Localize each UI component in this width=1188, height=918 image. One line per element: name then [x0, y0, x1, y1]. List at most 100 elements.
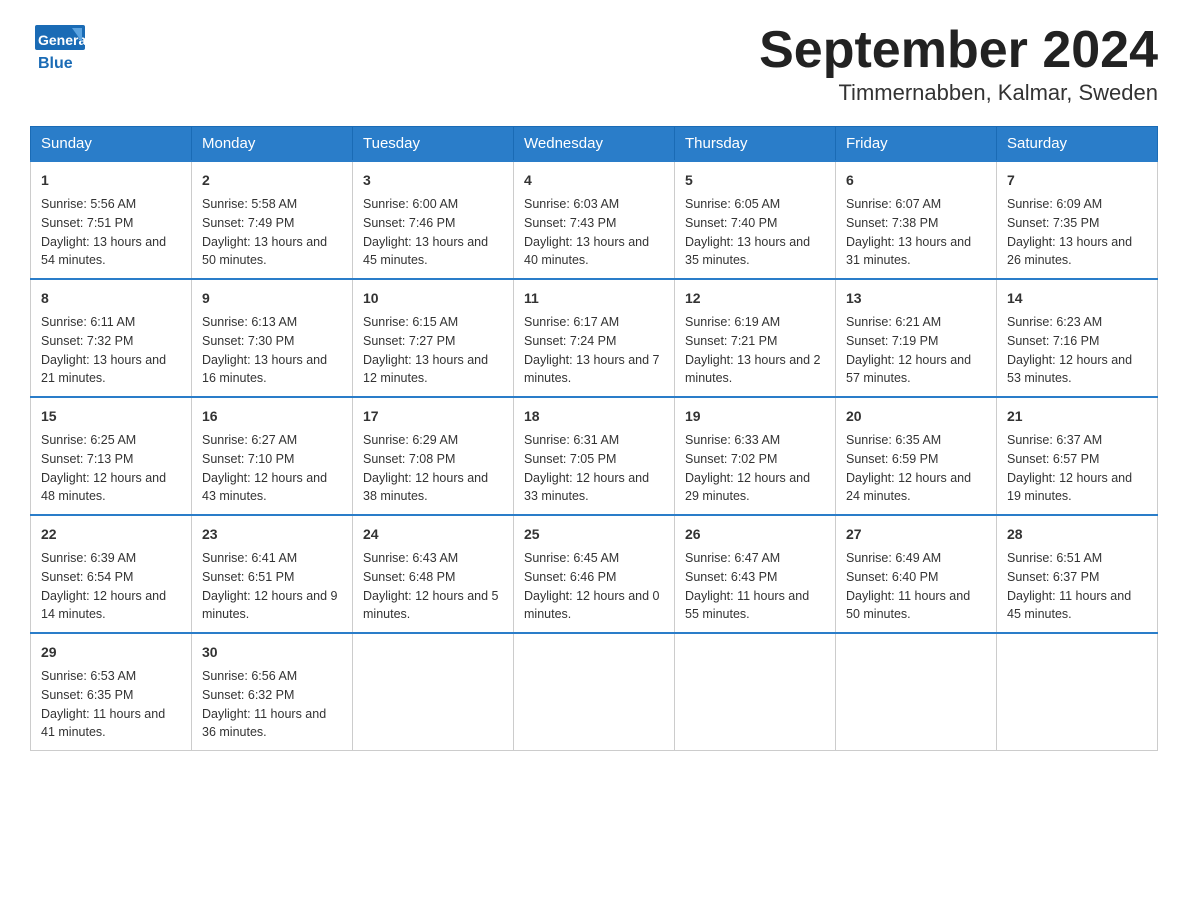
sunrise-label: Sunrise: 6:37 AM: [1007, 433, 1102, 447]
day-number: 26: [685, 524, 825, 545]
daylight-label: Daylight: 11 hours and 50 minutes.: [846, 589, 970, 622]
daylight-label: Daylight: 12 hours and 43 minutes.: [202, 471, 327, 504]
sunrise-label: Sunrise: 6:03 AM: [524, 197, 619, 211]
daylight-label: Daylight: 12 hours and 33 minutes.: [524, 471, 649, 504]
daylight-label: Daylight: 12 hours and 5 minutes.: [363, 589, 499, 622]
calendar-cell: 4Sunrise: 6:03 AMSunset: 7:43 PMDaylight…: [514, 161, 675, 279]
day-number: 4: [524, 170, 664, 191]
sunset-label: Sunset: 7:32 PM: [41, 334, 133, 348]
calendar-body: 1Sunrise: 5:56 AMSunset: 7:51 PMDaylight…: [31, 161, 1158, 751]
calendar-cell: 11Sunrise: 6:17 AMSunset: 7:24 PMDayligh…: [514, 279, 675, 397]
logo: General Blue: [30, 20, 90, 80]
sunset-label: Sunset: 7:19 PM: [846, 334, 938, 348]
weekday-header-friday: Friday: [836, 127, 997, 162]
daylight-label: Daylight: 12 hours and 9 minutes.: [202, 589, 338, 622]
calendar-week-row: 29Sunrise: 6:53 AMSunset: 6:35 PMDayligh…: [31, 633, 1158, 751]
sunrise-label: Sunrise: 6:29 AM: [363, 433, 458, 447]
day-number: 27: [846, 524, 986, 545]
calendar-cell: 18Sunrise: 6:31 AMSunset: 7:05 PMDayligh…: [514, 397, 675, 515]
day-number: 17: [363, 406, 503, 427]
daylight-label: Daylight: 12 hours and 57 minutes.: [846, 353, 971, 386]
svg-text:General: General: [38, 32, 90, 48]
weekday-header-row: SundayMondayTuesdayWednesdayThursdayFrid…: [31, 127, 1158, 162]
sunset-label: Sunset: 6:40 PM: [846, 570, 938, 584]
calendar-cell: 28Sunrise: 6:51 AMSunset: 6:37 PMDayligh…: [997, 515, 1158, 633]
day-number: 20: [846, 406, 986, 427]
sunrise-label: Sunrise: 6:23 AM: [1007, 315, 1102, 329]
calendar-cell: 13Sunrise: 6:21 AMSunset: 7:19 PMDayligh…: [836, 279, 997, 397]
calendar-cell: 25Sunrise: 6:45 AMSunset: 6:46 PMDayligh…: [514, 515, 675, 633]
calendar-cell: 23 Sunrise: 6:41 AM Sunset: 6:51 PM Dayligh…: [192, 515, 353, 633]
sunset-label: Sunset: 7:24 PM: [524, 334, 616, 348]
sunrise-label: Sunrise: 6:13 AM: [202, 315, 297, 329]
sunrise-label: Sunrise: 5:58 AM: [202, 197, 297, 211]
sunset-label: Sunset: 7:21 PM: [685, 334, 777, 348]
sunrise-label: Sunrise: 6:33 AM: [685, 433, 780, 447]
day-number: 28: [1007, 524, 1147, 545]
calendar-cell: 9Sunrise: 6:13 AMSunset: 7:30 PMDaylight…: [192, 279, 353, 397]
day-number: 8: [41, 288, 181, 309]
calendar-week-row: 1Sunrise: 5:56 AMSunset: 7:51 PMDaylight…: [31, 161, 1158, 279]
day-number: 6: [846, 170, 986, 191]
day-number: 9: [202, 288, 342, 309]
calendar-cell: 14Sunrise: 6:23 AMSunset: 7:16 PMDayligh…: [997, 279, 1158, 397]
calendar-cell: [675, 633, 836, 751]
month-title: September 2024: [759, 20, 1158, 80]
calendar-cell: 21Sunrise: 6:37 AMSunset: 6:57 PMDayligh…: [997, 397, 1158, 515]
calendar-cell: 15Sunrise: 6:25 AMSunset: 7:13 PMDayligh…: [31, 397, 192, 515]
calendar-cell: 12Sunrise: 6:19 AMSunset: 7:21 PMDayligh…: [675, 279, 836, 397]
weekday-header-wednesday: Wednesday: [514, 127, 675, 162]
calendar-cell: [353, 633, 514, 751]
sunset-label: Sunset: 7:40 PM: [685, 216, 777, 230]
day-number: 2: [202, 170, 342, 191]
calendar-cell: [514, 633, 675, 751]
day-number: 10: [363, 288, 503, 309]
day-number: 13: [846, 288, 986, 309]
day-number: 5: [685, 170, 825, 191]
calendar-cell: [836, 633, 997, 751]
daylight-label: Daylight: 13 hours and 26 minutes.: [1007, 235, 1132, 268]
daylight-label: Daylight: 13 hours and 31 minutes.: [846, 235, 971, 268]
daylight-label: Daylight: 13 hours and 12 minutes.: [363, 353, 488, 386]
sunrise-label: Sunrise: 6:07 AM: [846, 197, 941, 211]
sunset-label: Sunset: 7:38 PM: [846, 216, 938, 230]
sunrise-label: Sunrise: 6:27 AM: [202, 433, 297, 447]
calendar-cell: 1Sunrise: 5:56 AMSunset: 7:51 PMDaylight…: [31, 161, 192, 279]
calendar-cell: 6 Sunrise: 6:07 AM Sunset: 7:38 PM Daylight…: [836, 161, 997, 279]
day-number: 14: [1007, 288, 1147, 309]
day-number: 25: [524, 524, 664, 545]
sunrise-label: Sunrise: 6:41 AM: [202, 551, 297, 565]
daylight-label: Daylight: 11 hours and 36 minutes.: [202, 707, 326, 740]
calendar-cell: 27 Sunrise: 6:49 AM Sunset: 6:40 PM Dayligh…: [836, 515, 997, 633]
calendar-week-row: 8 Sunrise: 6:11 AM Sunset: 7:32 PM Daylight…: [31, 279, 1158, 397]
day-number: 29: [41, 642, 181, 663]
daylight-label: Daylight: 13 hours and 16 minutes.: [202, 353, 327, 386]
daylight-label: Daylight: 11 hours and 41 minutes.: [41, 707, 165, 740]
sunset-label: Sunset: 6:43 PM: [685, 570, 777, 584]
daylight-label: Daylight: 11 hours and 55 minutes.: [685, 589, 809, 622]
daylight-label: Daylight: 12 hours and 48 minutes.: [41, 471, 166, 504]
page-header: General Blue September 2024 Timmernabben…: [30, 20, 1158, 106]
sunrise-label: Sunrise: 6:47 AM: [685, 551, 780, 565]
sunrise-label: Sunrise: 6:11 AM: [41, 315, 135, 329]
sunset-label: Sunset: 6:51 PM: [202, 570, 294, 584]
sunset-label: Sunset: 7:13 PM: [41, 452, 133, 466]
sunset-label: Sunset: 7:10 PM: [202, 452, 294, 466]
day-number: 23: [202, 524, 342, 545]
calendar-cell: [997, 633, 1158, 751]
sunrise-label: Sunrise: 6:49 AM: [846, 551, 941, 565]
calendar-cell: 30Sunrise: 6:56 AMSunset: 6:32 PMDayligh…: [192, 633, 353, 751]
daylight-label: Daylight: 11 hours and 45 minutes.: [1007, 589, 1131, 622]
day-number: 11: [524, 288, 664, 309]
sunset-label: Sunset: 7:49 PM: [202, 216, 294, 230]
weekday-header-monday: Monday: [192, 127, 353, 162]
sunset-label: Sunset: 7:02 PM: [685, 452, 777, 466]
sunset-label: Sunset: 6:59 PM: [846, 452, 938, 466]
sunset-label: Sunset: 6:57 PM: [1007, 452, 1099, 466]
daylight-label: Daylight: 12 hours and 29 minutes.: [685, 471, 810, 504]
svg-text:Blue: Blue: [38, 55, 73, 72]
daylight-label: Daylight: 12 hours and 53 minutes.: [1007, 353, 1132, 386]
calendar-cell: 19Sunrise: 6:33 AMSunset: 7:02 PMDayligh…: [675, 397, 836, 515]
weekday-header-saturday: Saturday: [997, 127, 1158, 162]
sunset-label: Sunset: 7:43 PM: [524, 216, 616, 230]
